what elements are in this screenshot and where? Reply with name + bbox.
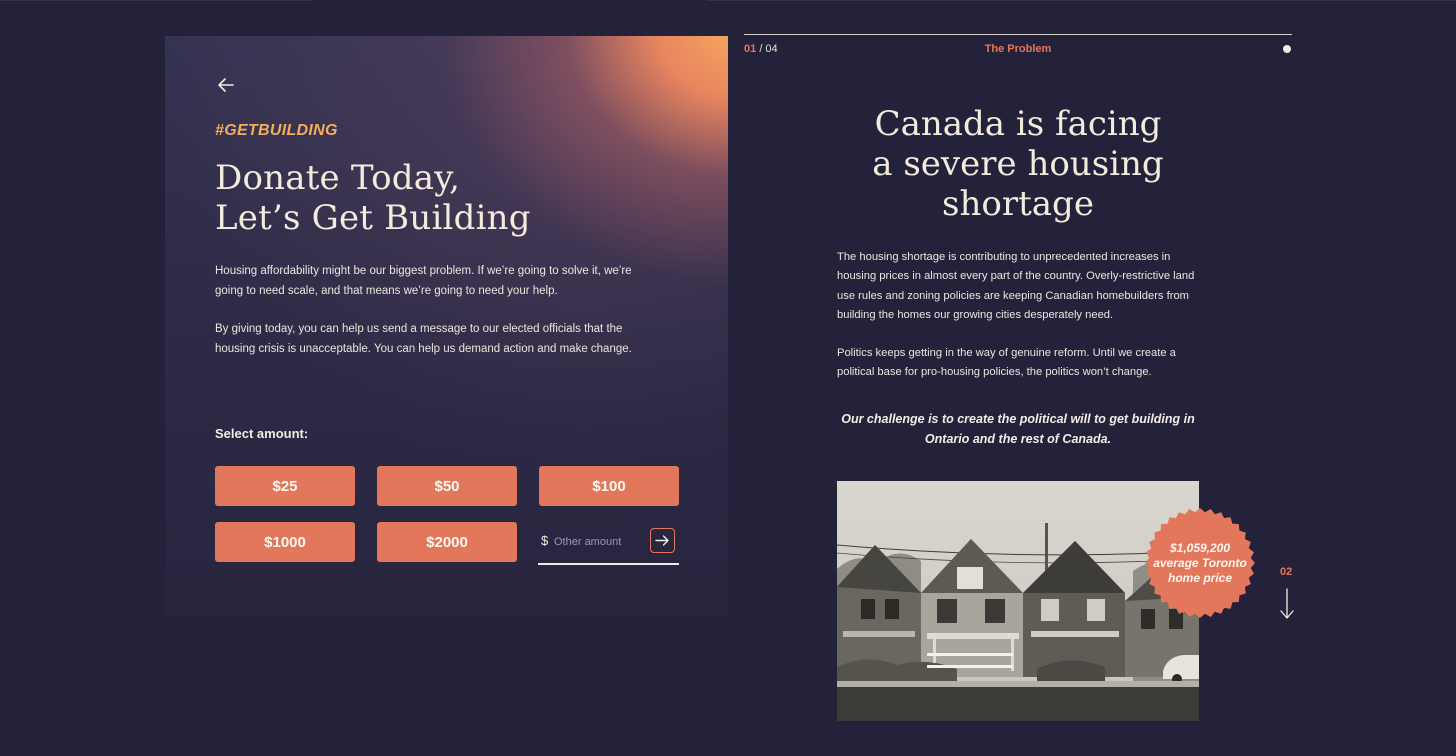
arrow-down-icon[interactable] <box>1279 588 1295 620</box>
donate-paragraph-2: By giving today, you can help us send a … <box>215 323 632 355</box>
problem-title-line2: a severe housing <box>872 144 1164 184</box>
submit-amount-button[interactable] <box>650 528 675 553</box>
amount-button-50[interactable]: $50 <box>377 466 517 506</box>
donate-title-line2: Let’s Get Building <box>215 198 531 238</box>
top-divider-right <box>706 0 1456 1</box>
other-amount-field: $ <box>538 523 679 565</box>
arrow-left-icon[interactable] <box>215 74 237 96</box>
page-current: 01 <box>744 43 757 55</box>
amount-button-1000[interactable]: $1000 <box>215 522 355 562</box>
donate-paragraph-1: Housing affordability might be our bigge… <box>215 265 632 297</box>
hashtag: #GETBUILDING <box>215 122 338 139</box>
page-counter: 01 / 04 <box>744 43 778 55</box>
donate-panel: #GETBUILDING Donate Today, Let’s Get Bui… <box>165 36 728 616</box>
problem-title-line3: shortage <box>942 184 1094 224</box>
price-caption-line1: average Toronto <box>1153 555 1247 570</box>
problem-title-line1: Canada is facing <box>874 104 1162 144</box>
challenge-statement: Our challenge is to create the political… <box>841 412 1195 446</box>
amount-button-25[interactable]: $25 <box>215 466 355 506</box>
price-value: $1,059,200 <box>1169 540 1231 555</box>
problem-paragraph-2: Politics keeps getting in the way of gen… <box>837 347 1176 379</box>
price-badge-text: $1,059,200 average Toronto home price <box>1152 541 1248 586</box>
next-page-number: 02 <box>1280 566 1293 578</box>
progress-line <box>744 34 1292 35</box>
top-divider-left <box>0 0 312 1</box>
progress-dot <box>1283 45 1291 53</box>
section-label: The Problem <box>984 43 1052 55</box>
problem-title: Canada is facing a severe housing shorta… <box>818 104 1218 224</box>
amount-button-2000[interactable]: $2000 <box>377 522 517 562</box>
donate-title: Donate Today, Let’s Get Building <box>215 158 531 238</box>
price-badge: $1,059,200 average Toronto home price <box>1145 508 1255 618</box>
arrow-right-icon <box>655 535 669 546</box>
page-total: / 04 <box>759 43 778 55</box>
currency-symbol: $ <box>541 533 549 548</box>
select-amount-label: Select amount: <box>215 426 309 441</box>
amount-button-100[interactable]: $100 <box>539 466 679 506</box>
other-amount-input[interactable] <box>554 532 654 552</box>
price-caption-line2: home price <box>1167 570 1233 585</box>
problem-paragraph-1: The housing shortage is contributing to … <box>837 251 1195 322</box>
donate-title-line1: Donate Today, <box>215 158 461 198</box>
